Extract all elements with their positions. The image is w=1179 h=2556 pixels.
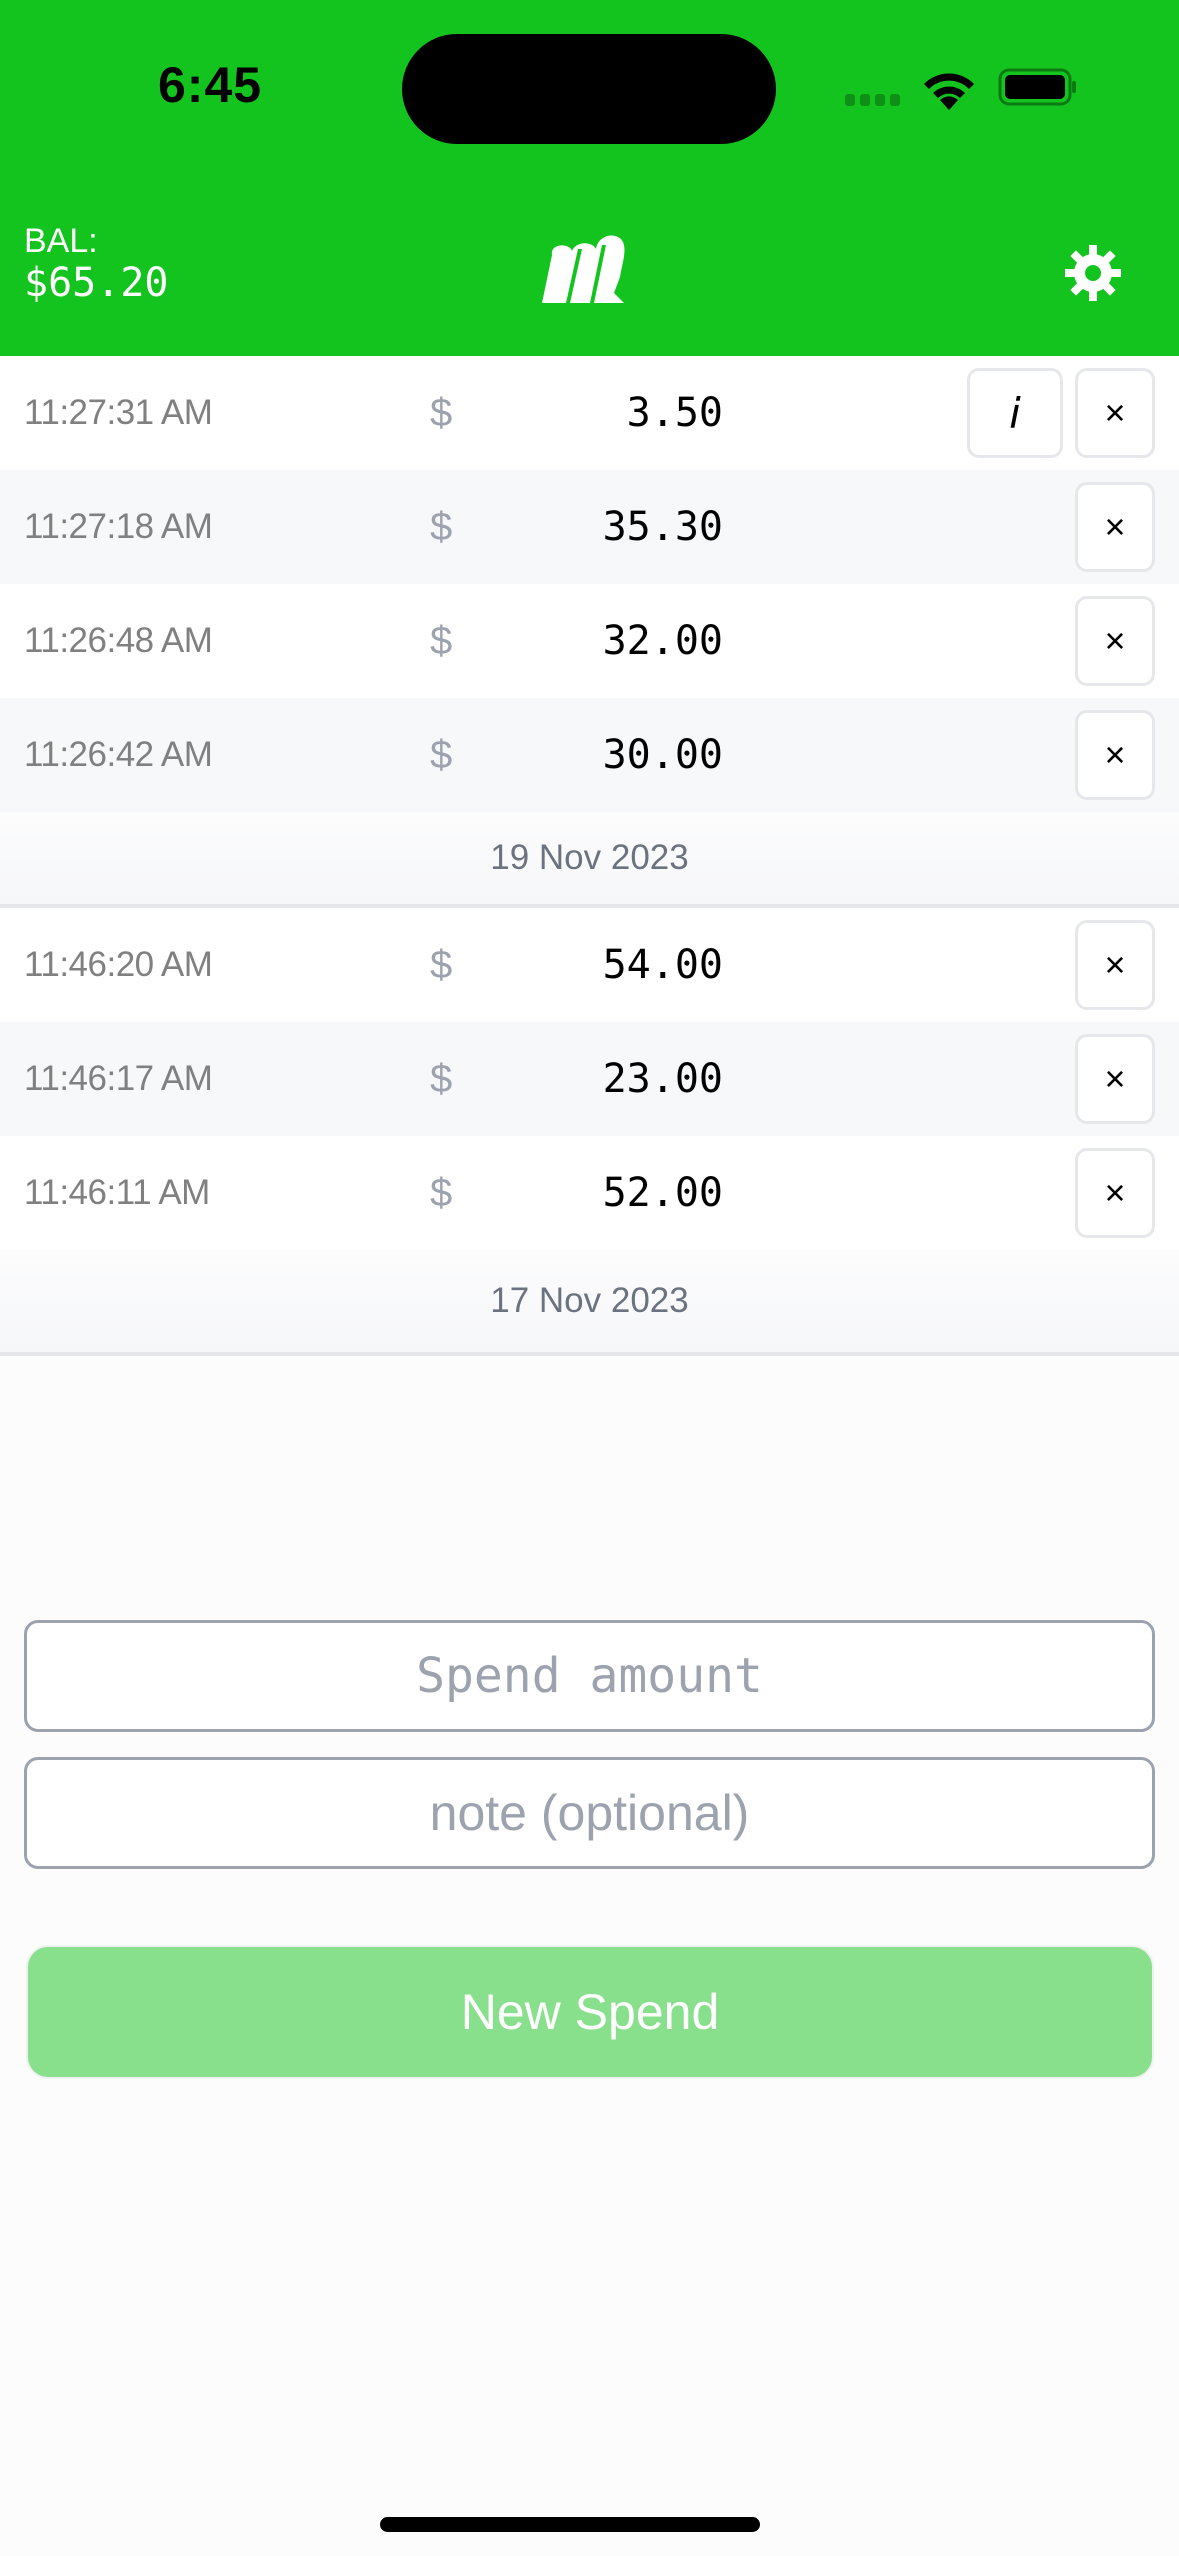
delete-button[interactable]: × [1075,920,1155,1010]
app-header: 6:45 BAL: $65.20 [0,0,1179,356]
spend-time: 11:27:18 AM [24,507,213,546]
close-icon: × [1104,620,1126,661]
spend-row: 11:46:11 AM $ 52.00 × [0,1136,1179,1250]
currency-symbol: $ [430,732,453,777]
spend-row: 11:27:18 AM $ 35.30 × [0,470,1179,584]
spend-row: 11:27:31 AM $ 3.50 i × [0,356,1179,470]
spend-row: 11:26:48 AM $ 32.00 × [0,584,1179,698]
info-button[interactable]: i [967,368,1063,458]
info-icon: i [1009,388,1021,438]
m-logo [542,235,625,303]
spend-time: 11:27:31 AM [24,393,213,432]
delete-button[interactable]: × [1075,1148,1155,1238]
spend-amount: 54.00 [602,942,723,988]
spend-amount: 23.00 [602,1056,723,1102]
close-icon: × [1104,506,1126,547]
close-icon: × [1104,734,1126,775]
spend-row: 11:46:17 AM $ 23.00 × [0,1022,1179,1136]
currency-symbol: $ [430,1056,453,1101]
note-input[interactable]: note (optional) [24,1757,1155,1869]
cellular-signal-icon [845,94,900,106]
delete-button[interactable]: × [1075,368,1155,458]
wifi-icon [924,73,974,110]
spend-list: 11:27:31 AM $ 3.50 i × 11:27:18 AM $ 35.… [0,356,1179,1356]
spend-amount: 3.50 [626,390,723,436]
spend-amount-input[interactable]: Spend amount [24,1620,1155,1732]
delete-button[interactable]: × [1075,710,1155,800]
currency-symbol: $ [430,390,453,435]
dynamic-island [402,34,776,144]
new-spend-button[interactable]: New Spend [26,1945,1154,2079]
close-icon: × [1104,1172,1126,1213]
balance-value: $65.20 [24,260,169,306]
delete-button[interactable]: × [1075,1034,1155,1124]
spend-time: 11:46:11 AM [24,1173,210,1212]
close-icon: × [1104,944,1126,985]
spend-time: 11:46:17 AM [24,1059,213,1098]
date-separator: 17 Nov 2023 [0,1250,1179,1356]
currency-symbol: $ [430,504,453,549]
home-indicator[interactable] [380,2517,760,2532]
currency-symbol: $ [430,618,453,663]
spend-time: 11:26:42 AM [24,735,213,774]
date-separator: 19 Nov 2023 [0,812,1179,908]
close-icon: × [1104,392,1126,433]
close-icon: × [1104,1058,1126,1099]
spend-time: 11:26:48 AM [24,621,213,660]
settings-gear-icon[interactable] [1065,245,1121,301]
balance-label: BAL: [24,222,98,260]
spend-row: 11:26:42 AM $ 30.00 × [0,698,1179,812]
spend-row: 11:46:20 AM $ 54.00 × [0,908,1179,1022]
currency-symbol: $ [430,942,453,987]
spend-time: 11:46:20 AM [24,945,213,984]
spend-amount: 52.00 [602,1170,723,1216]
spend-amount: 30.00 [602,732,723,778]
delete-button[interactable]: × [1075,482,1155,572]
spend-amount: 35.30 [602,504,723,550]
battery-icon [998,68,1076,106]
spend-amount: 32.00 [602,618,723,664]
delete-button[interactable]: × [1075,596,1155,686]
status-time: 6:45 [158,57,263,113]
currency-symbol: $ [430,1170,453,1215]
